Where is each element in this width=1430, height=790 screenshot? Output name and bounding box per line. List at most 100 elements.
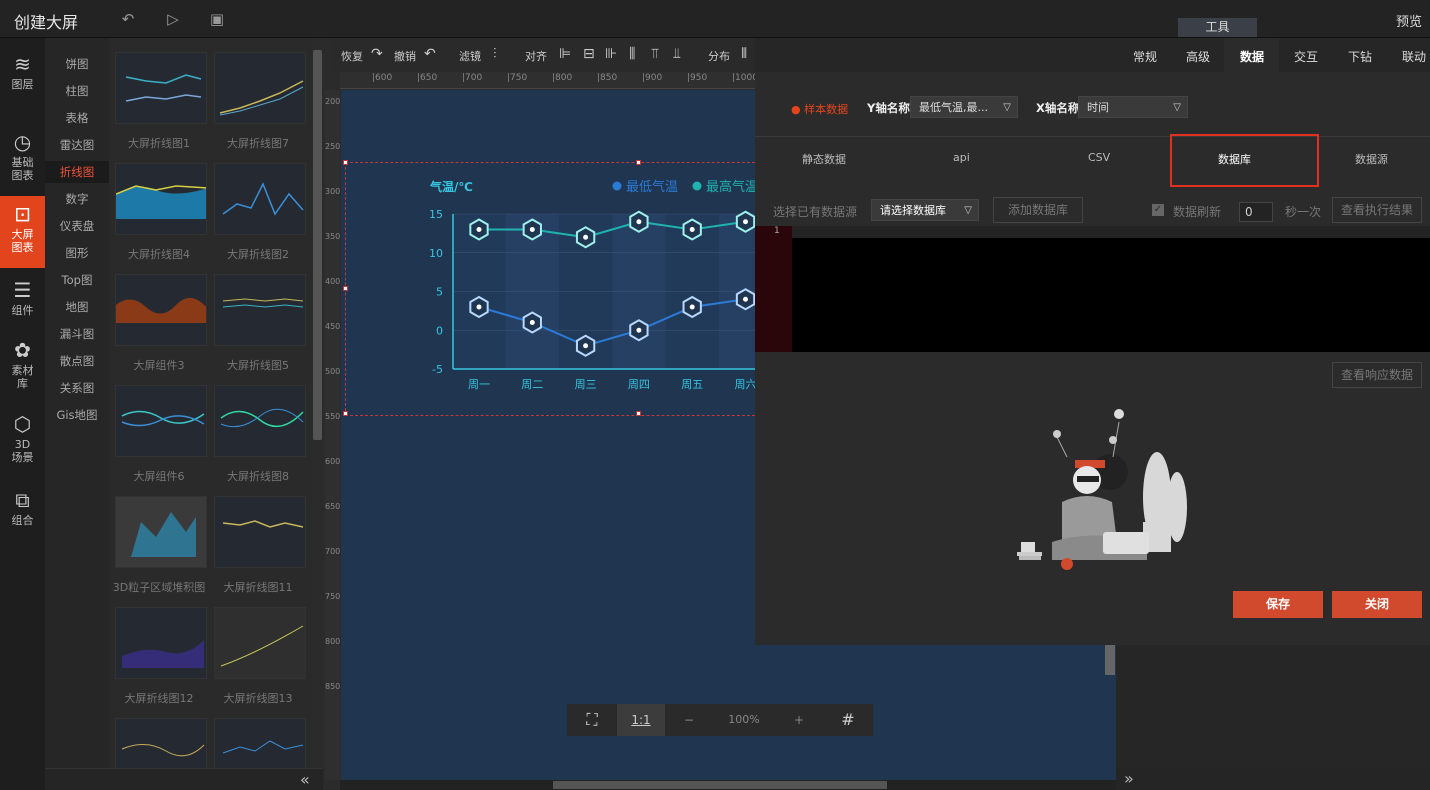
play-icon[interactable]: ▷: [164, 10, 182, 28]
cat-number[interactable]: 数字: [45, 191, 109, 207]
thumb-line-1[interactable]: [115, 52, 207, 124]
app-title: 创建大屏: [14, 13, 79, 32]
thumb-line-5[interactable]: [214, 274, 306, 346]
resize-handle[interactable]: [343, 411, 348, 416]
cat-relation[interactable]: 关系图: [45, 380, 109, 396]
tab-advanced[interactable]: 高级: [1186, 48, 1210, 65]
fit-screen-icon[interactable]: ⛶: [567, 704, 617, 736]
cat-pie[interactable]: 饼图: [45, 56, 109, 72]
nav-basic-chart[interactable]: ◷ 基础图表: [0, 130, 45, 182]
nav-components[interactable]: ☰ 组件: [0, 278, 45, 317]
zoom-out-button[interactable]: −: [665, 704, 713, 736]
nav-screen-chart[interactable]: ⊡ 大屏图表: [0, 196, 45, 268]
view-response-button[interactable]: 查看响应数据: [1332, 362, 1422, 388]
sql-editor[interactable]: [755, 226, 1430, 352]
thumb-line-2[interactable]: [214, 163, 306, 235]
filter-button[interactable]: 滤镜: [459, 48, 481, 64]
tab-linkage[interactable]: 联动: [1402, 48, 1426, 65]
tab-interaction[interactable]: 交互: [1294, 48, 1318, 65]
thumb-line-extra[interactable]: [115, 718, 207, 768]
y-axis-select[interactable]: 最低气温,最... ▽: [910, 96, 1018, 118]
sample-data-label[interactable]: ● 样本数据: [791, 101, 848, 117]
subtab-static[interactable]: 静态数据: [802, 151, 846, 167]
tab-drilldown[interactable]: 下钻: [1348, 48, 1372, 65]
view-exec-result-button[interactable]: 查看执行结果: [1332, 197, 1422, 223]
resize-handle[interactable]: [636, 411, 641, 416]
cat-line[interactable]: 折线图: [45, 161, 109, 183]
nav-group[interactable]: ⧉ 组合: [0, 488, 45, 527]
align-left-icon[interactable]: ⊫: [559, 46, 571, 62]
resize-handle[interactable]: [343, 286, 348, 291]
cat-shape[interactable]: 图形: [45, 245, 109, 261]
cat-gauge[interactable]: 仪表盘: [45, 218, 109, 234]
subtab-datasource[interactable]: 数据源: [1355, 151, 1388, 167]
cat-gis[interactable]: Gis地图: [45, 407, 109, 423]
distribute-button[interactable]: 分布: [708, 48, 730, 64]
thumb-component-3[interactable]: [115, 274, 207, 346]
align-bottom-icon[interactable]: ⫫: [673, 46, 681, 62]
refresh-checkbox[interactable]: ✓: [1152, 204, 1164, 216]
tools-tab[interactable]: 工具: [1178, 18, 1257, 37]
save-button[interactable]: 保存: [1233, 591, 1323, 618]
layers-icon: ≋: [14, 52, 31, 76]
left-nav: ≋ 图层 ◷ 基础图表 ⊡ 大屏图表 ☰ 组件 ✿ 素材库 ⬡ 3D场景 ⧉ 组合: [0, 38, 45, 790]
filter-chart-icon[interactable]: ⫶: [493, 46, 497, 62]
thumb-line-extra[interactable]: [214, 718, 306, 768]
zoom-in-button[interactable]: +: [775, 704, 823, 736]
thumb-line-12[interactable]: [115, 607, 207, 679]
thumb-line-7[interactable]: [214, 52, 306, 124]
back-icon[interactable]: ↶: [119, 10, 137, 28]
thumb-line-11[interactable]: [214, 496, 306, 568]
selection-box[interactable]: [343, 160, 765, 416]
cat-top[interactable]: Top图: [45, 272, 109, 288]
cat-map[interactable]: 地图: [45, 299, 109, 315]
close-button[interactable]: 关闭: [1332, 591, 1422, 618]
expand-right-icon[interactable]: »: [1124, 769, 1134, 788]
preview-button[interactable]: 预览: [1396, 11, 1422, 30]
vertical-ruler: 200 250 300 350 400 450 500 550 600 650 …: [325, 90, 340, 780]
tab-data[interactable]: 数据: [1240, 48, 1264, 65]
add-database-button[interactable]: 添加数据库: [993, 197, 1083, 223]
thumb-3d-particle[interactable]: [115, 496, 207, 568]
database-select[interactable]: 请选择数据库 ▽: [871, 199, 979, 221]
left-bottom-bar: [45, 768, 323, 790]
ruler-tick: 400: [325, 277, 341, 286]
thumb-line-13[interactable]: [214, 607, 306, 679]
subtab-database[interactable]: 数据库: [1218, 151, 1251, 167]
x-axis-select[interactable]: 时间 ▽: [1078, 96, 1188, 118]
save-icon[interactable]: ▣: [208, 10, 226, 28]
cat-table[interactable]: 表格: [45, 110, 109, 126]
align-right-icon[interactable]: ⊪: [605, 46, 617, 62]
align-middle-icon[interactable]: ⫼: [629, 46, 635, 62]
thumb-component-6[interactable]: [115, 385, 207, 457]
ratio-1-1-button[interactable]: 1:1: [617, 704, 665, 736]
align-center-icon[interactable]: ⊟: [583, 46, 595, 62]
refresh-interval-input[interactable]: 0: [1239, 202, 1273, 222]
thumb-line-8[interactable]: [214, 385, 306, 457]
redo-button[interactable]: 恢复: [341, 48, 363, 64]
subtab-csv[interactable]: CSV: [1088, 151, 1110, 164]
tab-general[interactable]: 常规: [1133, 48, 1157, 65]
nav-materials[interactable]: ✿ 素材库: [0, 338, 45, 390]
canvas-vertical-scrollbar[interactable]: [1105, 640, 1115, 675]
thumbnail-scrollbar[interactable]: [313, 50, 322, 440]
subtab-api[interactable]: api: [953, 151, 970, 164]
redo-icon[interactable]: ↷: [371, 46, 383, 62]
align-top-icon[interactable]: ⫪: [651, 46, 659, 62]
thumb-line-4[interactable]: [115, 163, 207, 235]
distribute-h-icon[interactable]: ⦀: [741, 46, 747, 62]
nav-3d-scene[interactable]: ⬡ 3D场景: [0, 412, 45, 464]
cat-bar[interactable]: 柱图: [45, 83, 109, 99]
cat-scatter[interactable]: 散点图: [45, 353, 109, 369]
grid-icon[interactable]: #: [823, 704, 873, 736]
undo-button[interactable]: 撤销: [394, 48, 416, 64]
nav-layers[interactable]: ≋ 图层: [0, 52, 45, 91]
align-button[interactable]: 对齐: [525, 48, 547, 64]
cat-funnel[interactable]: 漏斗图: [45, 326, 109, 342]
cat-radar[interactable]: 雷达图: [45, 137, 109, 153]
resize-handle[interactable]: [343, 160, 348, 165]
undo-icon[interactable]: ↶: [424, 46, 436, 62]
collapse-left-icon[interactable]: «: [300, 770, 310, 789]
resize-handle[interactable]: [636, 160, 641, 165]
canvas-scroll-thumb[interactable]: [553, 781, 887, 789]
